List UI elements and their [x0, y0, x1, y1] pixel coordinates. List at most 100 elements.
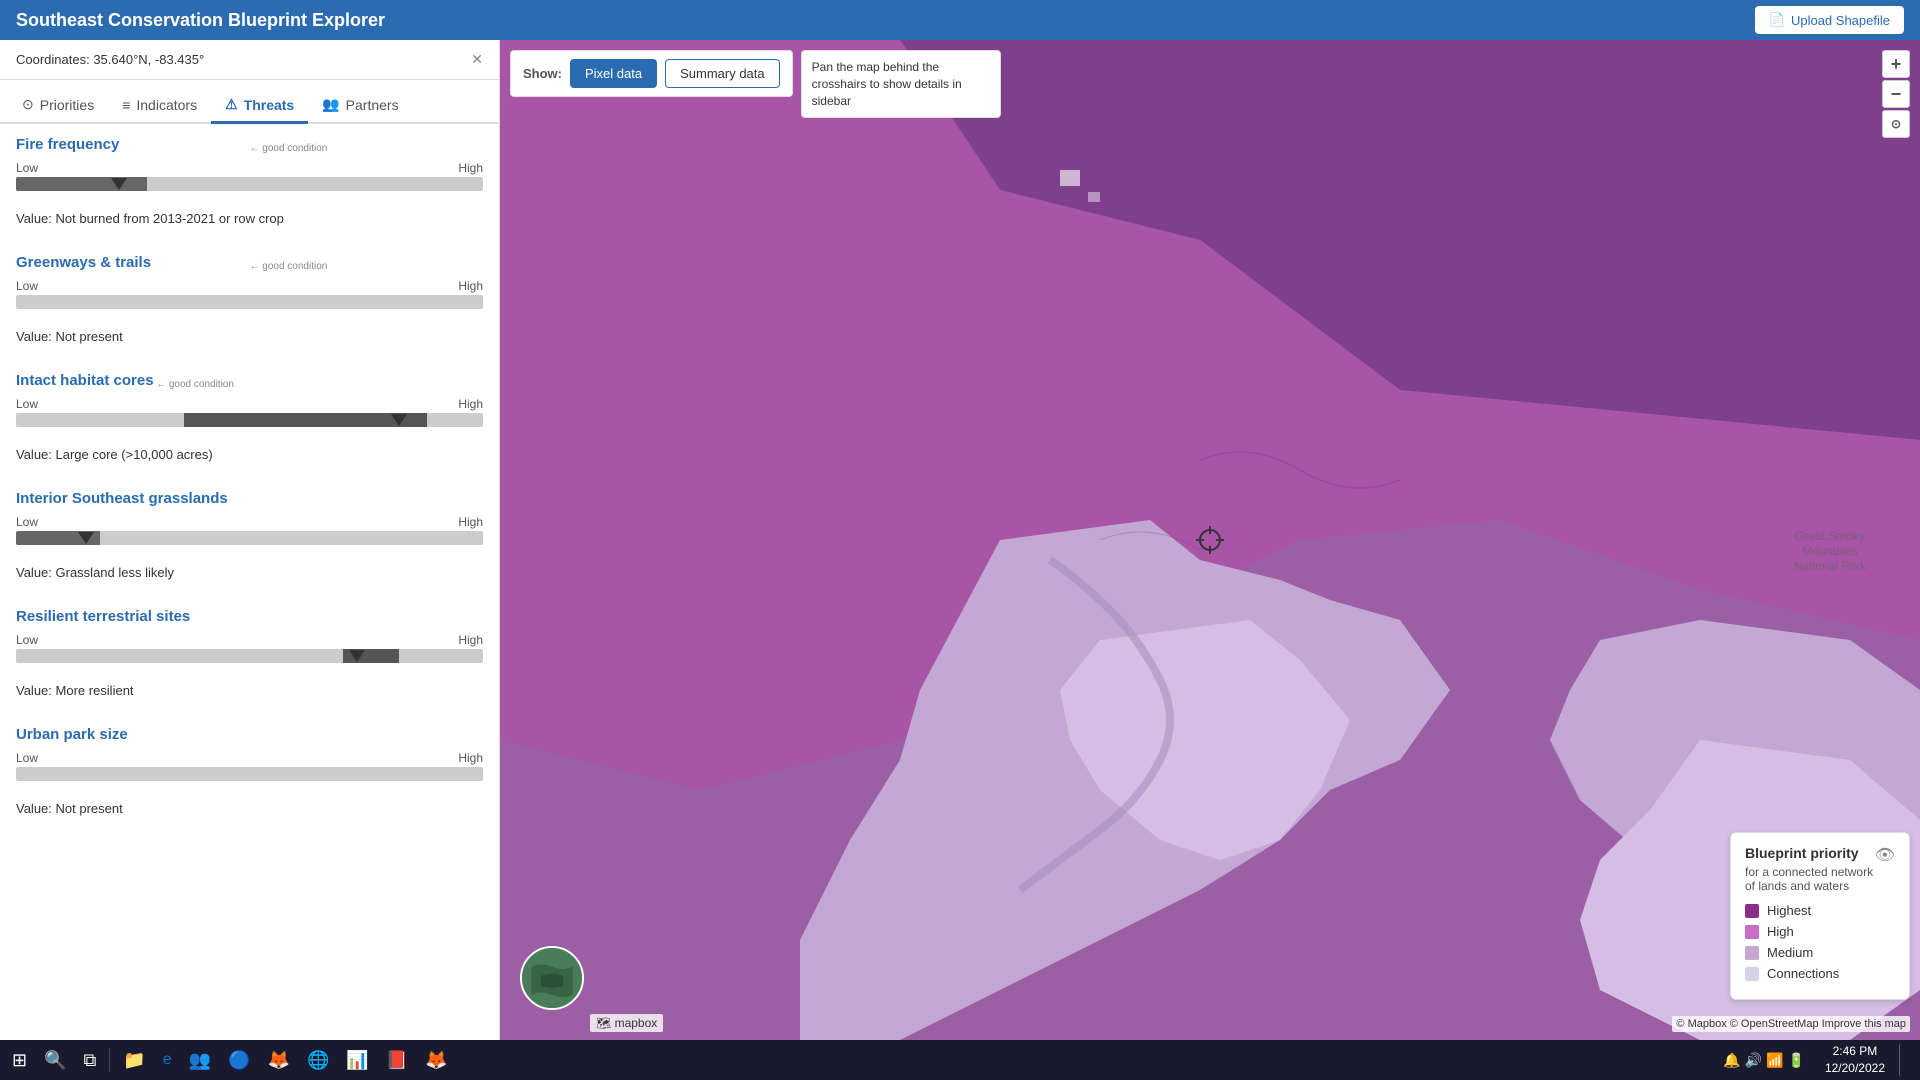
- svg-text:Great Smoky: Great Smoky: [1795, 529, 1865, 543]
- sidebar-content: Fire frequency ← good condition Low High…: [0, 124, 499, 1040]
- legend-title: Blueprint priority: [1745, 845, 1873, 861]
- grasslands-low-label: Low: [16, 515, 38, 529]
- tab-threats-label: Threats: [244, 97, 295, 113]
- tray-icon-4[interactable]: 🔋: [1788, 1052, 1805, 1069]
- map-area[interactable]: Great Smoky Mountains National Park Show…: [500, 40, 1920, 1040]
- close-icon[interactable]: ✕: [471, 51, 483, 68]
- upload-shapefile-button[interactable]: 📄 Upload Shapefile: [1755, 6, 1904, 34]
- fire-low-label: Low: [16, 161, 38, 175]
- indicator-fire-frequency: Fire frequency ← good condition Low High…: [16, 136, 483, 226]
- show-label: Show:: [523, 66, 562, 81]
- indicator-title-intact-habitat: Intact habitat cores: [16, 372, 483, 389]
- gc-label-fire: ← good condition: [250, 143, 328, 154]
- legend-item-highest: Highest: [1745, 903, 1895, 918]
- map-tooltip: Pan the map behind the crosshairs to sho…: [801, 50, 1001, 118]
- start-button[interactable]: ⊞: [4, 1043, 35, 1077]
- tab-indicators-label: Indicators: [136, 97, 197, 113]
- task-view-button[interactable]: ⧉: [76, 1043, 105, 1077]
- tray-icon-1[interactable]: 🔔: [1723, 1052, 1740, 1069]
- windows-taskbar: ⊞ 🔍 ⧉ 📁 e 👥 🔵 🦊 🌐 📊 📕 🦊 🔔 🔊 📶 🔋 2:46 PM …: [0, 1040, 1920, 1080]
- resilient-track: [16, 649, 483, 663]
- tab-indicators[interactable]: ≡ Indicators: [108, 89, 211, 124]
- tab-threats[interactable]: ⚠ Threats: [211, 88, 308, 124]
- greenways-value: Value: Not present: [16, 329, 483, 344]
- tab-priorities[interactable]: ⊙ Priorities: [8, 88, 108, 124]
- slider-fire-frequency: ← good condition Low High: [16, 161, 483, 191]
- medium-label: Medium: [1767, 945, 1813, 960]
- grasslands-high-label: High: [458, 515, 483, 529]
- taskbar-app4[interactable]: 📊: [338, 1043, 376, 1077]
- urban-track: [16, 767, 483, 781]
- taskbar-edge[interactable]: e: [155, 1043, 180, 1077]
- gc-label-intact: ← good condition: [156, 379, 234, 390]
- indicator-title-urban-park: Urban park size: [16, 726, 483, 743]
- taskbar-teams[interactable]: 👥: [181, 1043, 219, 1077]
- pixel-data-button[interactable]: Pixel data: [570, 59, 657, 88]
- highest-label: Highest: [1767, 903, 1811, 918]
- search-button[interactable]: 🔍: [36, 1043, 74, 1077]
- indicator-title-grasslands: Interior Southeast grasslands: [16, 490, 483, 507]
- legend-item-high: High: [1745, 924, 1895, 939]
- taskbar-clock[interactable]: 2:46 PM 12/20/2022: [1815, 1043, 1895, 1077]
- gc-label-greenways: ← good condition: [250, 261, 328, 272]
- taskbar-app6[interactable]: 🦊: [417, 1043, 455, 1077]
- main-layout: Coordinates: 35.640°N, -83.435° ✕ ⊙ Prio…: [0, 40, 1920, 1040]
- clock-time: 2:46 PM: [1825, 1043, 1885, 1060]
- show-bar: Show: Pixel data Summary data: [510, 50, 793, 97]
- resilient-value: Value: More resilient: [16, 683, 483, 698]
- app-title: Southeast Conservation Blueprint Explore…: [16, 10, 385, 31]
- clock-date: 12/20/2022: [1825, 1060, 1885, 1077]
- medium-swatch: [1745, 946, 1759, 960]
- zoom-reset-button[interactable]: ⊙: [1882, 110, 1910, 138]
- slider-urban-park: Low High: [16, 751, 483, 781]
- intact-track: [16, 413, 483, 427]
- priorities-icon: ⊙: [22, 96, 34, 113]
- legend-subtitle: for a connected networkof lands and wate…: [1745, 865, 1873, 893]
- minimap[interactable]: [520, 946, 584, 1010]
- grasslands-track: [16, 531, 483, 545]
- zoom-out-button[interactable]: −: [1882, 80, 1910, 108]
- intact-low-label: Low: [16, 397, 38, 411]
- map-controls-top: Show: Pixel data Summary data Pan the ma…: [510, 50, 1001, 118]
- legend-item-connections: Connections: [1745, 966, 1895, 981]
- resilient-high-label: High: [458, 633, 483, 647]
- fire-value: Value: Not burned from 2013-2021 or row …: [16, 211, 483, 226]
- tab-priorities-label: Priorities: [40, 97, 94, 113]
- slider-grasslands: Low High: [16, 515, 483, 545]
- resilient-low-label: Low: [16, 633, 38, 647]
- urban-value: Value: Not present: [16, 801, 483, 816]
- urban-low-label: Low: [16, 751, 38, 765]
- urban-high-label: High: [458, 751, 483, 765]
- indicator-intact-habitat: Intact habitat cores ← good condition Lo…: [16, 372, 483, 462]
- greenways-high-label: High: [458, 279, 483, 293]
- upload-icon: 📄: [1769, 12, 1785, 28]
- taskbar-app1[interactable]: 🔵: [220, 1043, 258, 1077]
- mapbox-logo: 🗺 mapbox: [590, 1014, 663, 1032]
- intact-value: Value: Large core (>10,000 acres): [16, 447, 483, 462]
- indicator-urban-park: Urban park size Low High Value: Not pres…: [16, 726, 483, 816]
- zoom-controls: + − ⊙: [1882, 50, 1910, 138]
- show-desktop-button[interactable]: [1899, 1043, 1916, 1077]
- fire-track: [16, 177, 483, 191]
- summary-data-button[interactable]: Summary data: [665, 59, 780, 88]
- tray-icon-3[interactable]: 📶: [1766, 1052, 1783, 1069]
- grasslands-value: Value: Grassland less likely: [16, 565, 483, 580]
- high-swatch: [1745, 925, 1759, 939]
- legend-item-medium: Medium: [1745, 945, 1895, 960]
- legend-visibility-icon[interactable]: 👁: [1875, 845, 1895, 865]
- taskbar-app2[interactable]: 🦊: [260, 1043, 298, 1077]
- taskbar-app3[interactable]: 🌐: [299, 1043, 337, 1077]
- taskbar-file-explorer[interactable]: 📁: [115, 1043, 153, 1077]
- grasslands-thumb: [78, 532, 94, 544]
- coordinates-text: Coordinates: 35.640°N, -83.435°: [16, 52, 204, 67]
- taskbar-app5[interactable]: 📕: [378, 1043, 416, 1077]
- tab-partners[interactable]: 👥 Partners: [308, 88, 412, 124]
- tab-partners-label: Partners: [346, 97, 399, 113]
- slider-resilient: Low High: [16, 633, 483, 663]
- zoom-in-button[interactable]: +: [1882, 50, 1910, 78]
- tray-icon-2[interactable]: 🔊: [1745, 1052, 1762, 1069]
- coordinates-bar: Coordinates: 35.640°N, -83.435° ✕: [0, 40, 499, 80]
- intact-thumb: [391, 414, 407, 426]
- highest-swatch: [1745, 904, 1759, 918]
- map-attribution: © Mapbox © OpenStreetMap Improve this ma…: [1672, 1016, 1910, 1032]
